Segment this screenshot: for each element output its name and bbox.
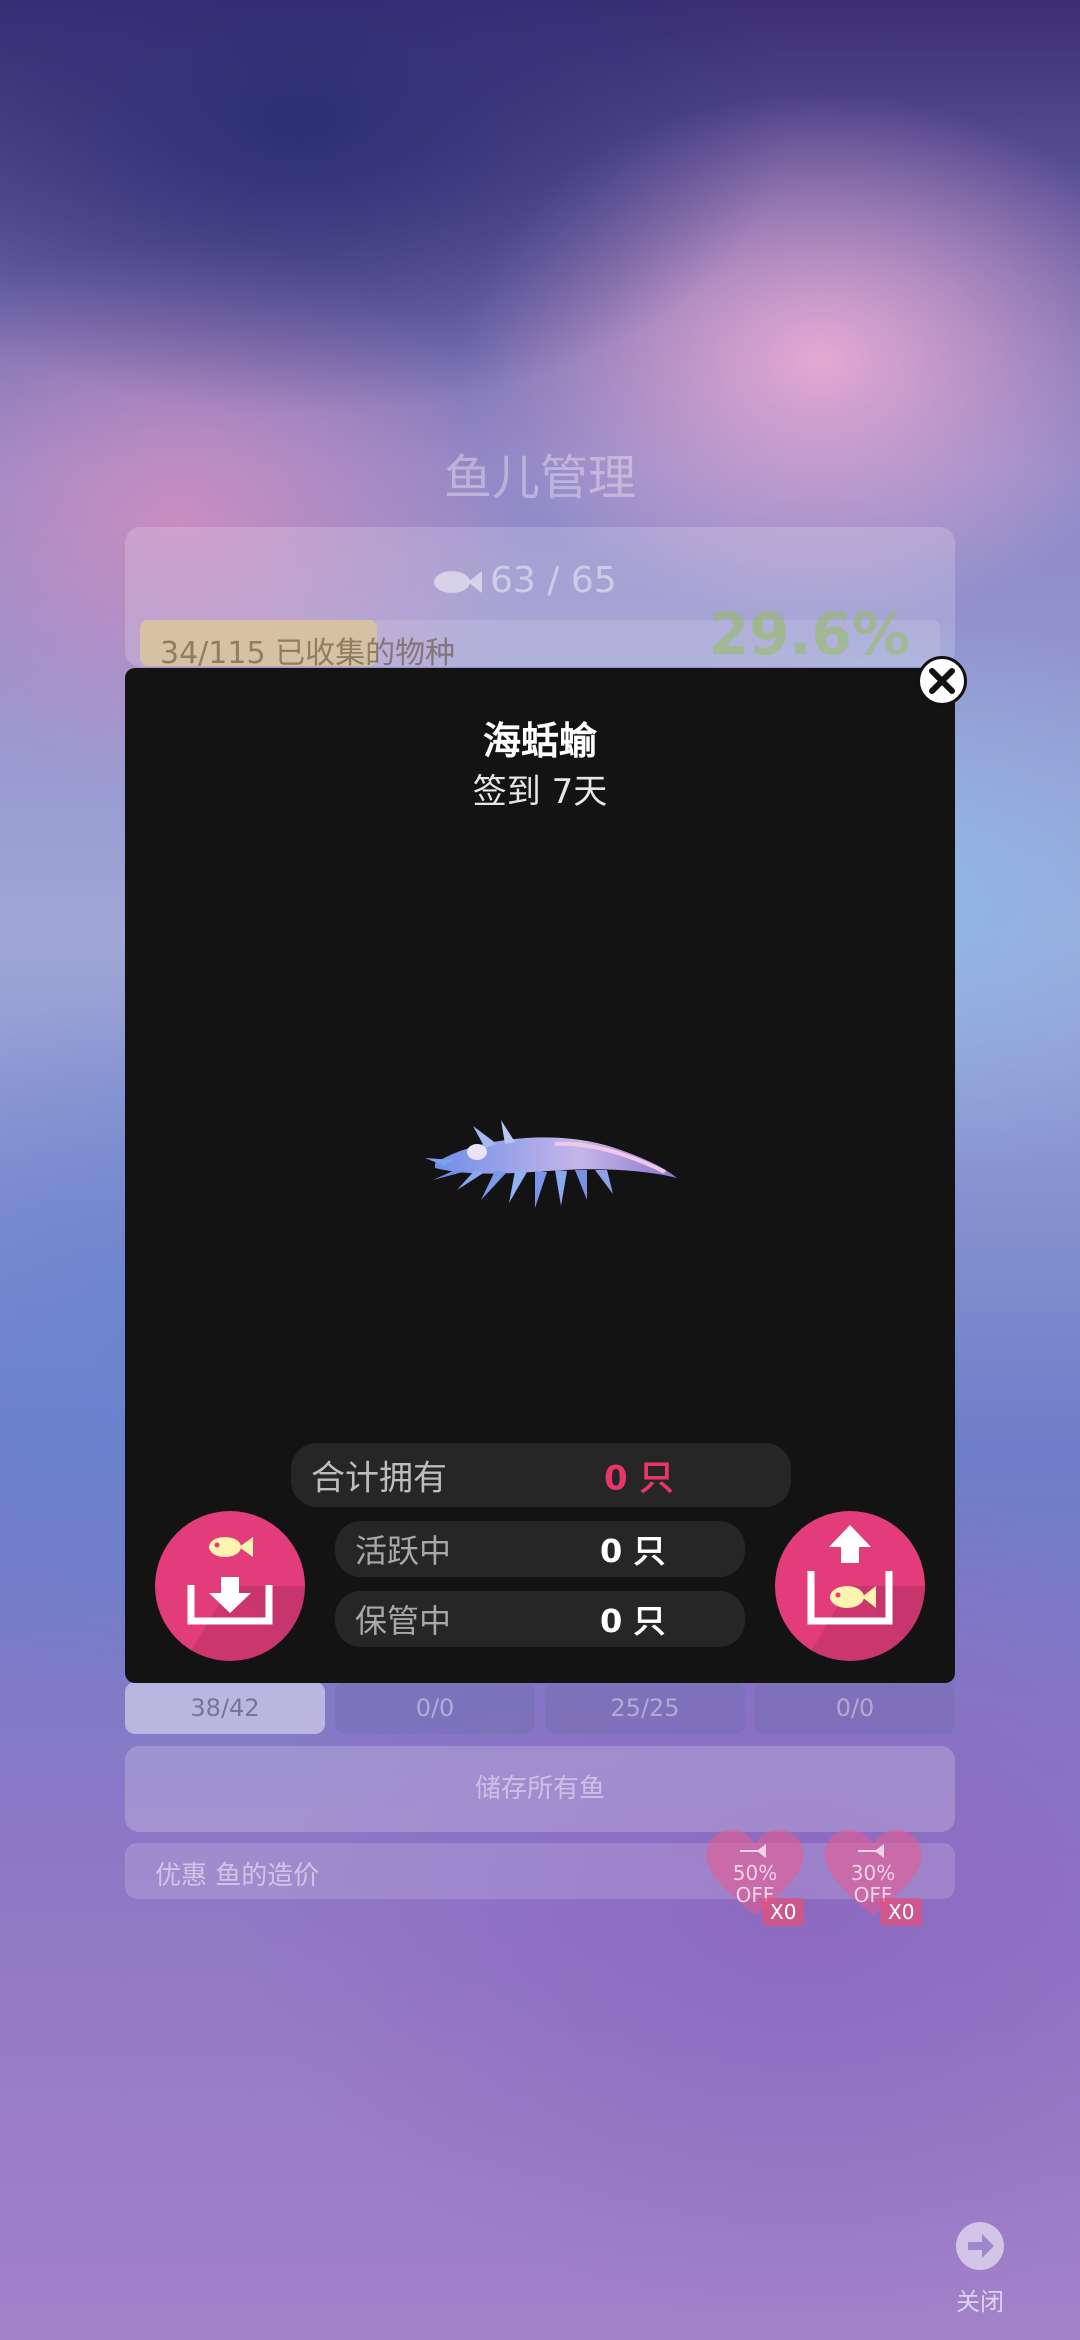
fish-subtitle: 签到 7天 <box>472 772 608 812</box>
store-fish-button[interactable] <box>155 1511 305 1661</box>
discount-heart-50[interactable]: 50% OFF X0 <box>700 1820 810 1930</box>
corner-close-label: 关闭 <box>956 2288 1004 2316</box>
active-label: 活跃中 <box>355 1532 452 1570</box>
release-fish-button[interactable] <box>775 1511 925 1661</box>
fish-icon <box>434 571 482 593</box>
arrow-right-circle-icon <box>956 2222 1004 2270</box>
fish-out-of-box-icon <box>805 1525 925 1661</box>
total-owned-label: 合计拥有 <box>311 1458 447 1499</box>
heart-pct: 30% <box>850 1861 896 1885</box>
fish-name: 海蛞蝓 <box>482 719 597 763</box>
tab-4[interactable]: 0/0 <box>755 1682 955 1734</box>
discount-label: 优惠 鱼的造价 <box>155 1861 320 1891</box>
fish-count: 63 / 65 <box>430 560 617 601</box>
sea-slug-image <box>425 1120 677 1208</box>
stored-row: 保管中 0 只 <box>335 1591 745 1647</box>
fish-detail-modal: 海蛞蝓 签到 7天 合计拥有 0 只 活跃中 0 只 保管中 0 只 <box>125 668 955 1683</box>
discount-heart-30[interactable]: 30% OFF X0 <box>818 1820 928 1930</box>
close-x-icon <box>929 668 955 694</box>
tab-3[interactable]: 25/25 <box>545 1682 745 1734</box>
fish-into-box-icon <box>185 1537 305 1661</box>
progress-text: 34/115 已收集的物种 <box>160 636 456 671</box>
active-row: 活跃中 0 只 <box>335 1521 745 1577</box>
heart-count: X0 <box>880 1898 923 1926</box>
heart-count: X0 <box>762 1898 805 1926</box>
tab-1[interactable]: 38/42 <box>125 1682 325 1734</box>
total-owned-value: 0 只 <box>604 1458 674 1499</box>
tab-2[interactable]: 0/0 <box>335 1682 535 1734</box>
total-owned-row: 合计拥有 0 只 <box>291 1443 791 1507</box>
corner-close-button[interactable]: 关闭 <box>945 2220 1015 2317</box>
heart-pct: 50% <box>732 1861 778 1885</box>
stored-value: 0 只 <box>600 1602 666 1640</box>
page-title: 鱼儿管理 <box>443 450 636 506</box>
progress-percent: 29.6% <box>708 600 910 668</box>
modal-close-button[interactable] <box>917 656 967 706</box>
active-value: 0 只 <box>600 1532 666 1570</box>
collection-progress: 34/115 已收集的物种 29.6% <box>140 600 940 671</box>
fish-count-text: 63 / 65 <box>490 560 617 601</box>
stored-label: 保管中 <box>355 1602 452 1640</box>
fish-tabs: 38/42 0/0 25/25 0/0 <box>125 1682 955 1734</box>
